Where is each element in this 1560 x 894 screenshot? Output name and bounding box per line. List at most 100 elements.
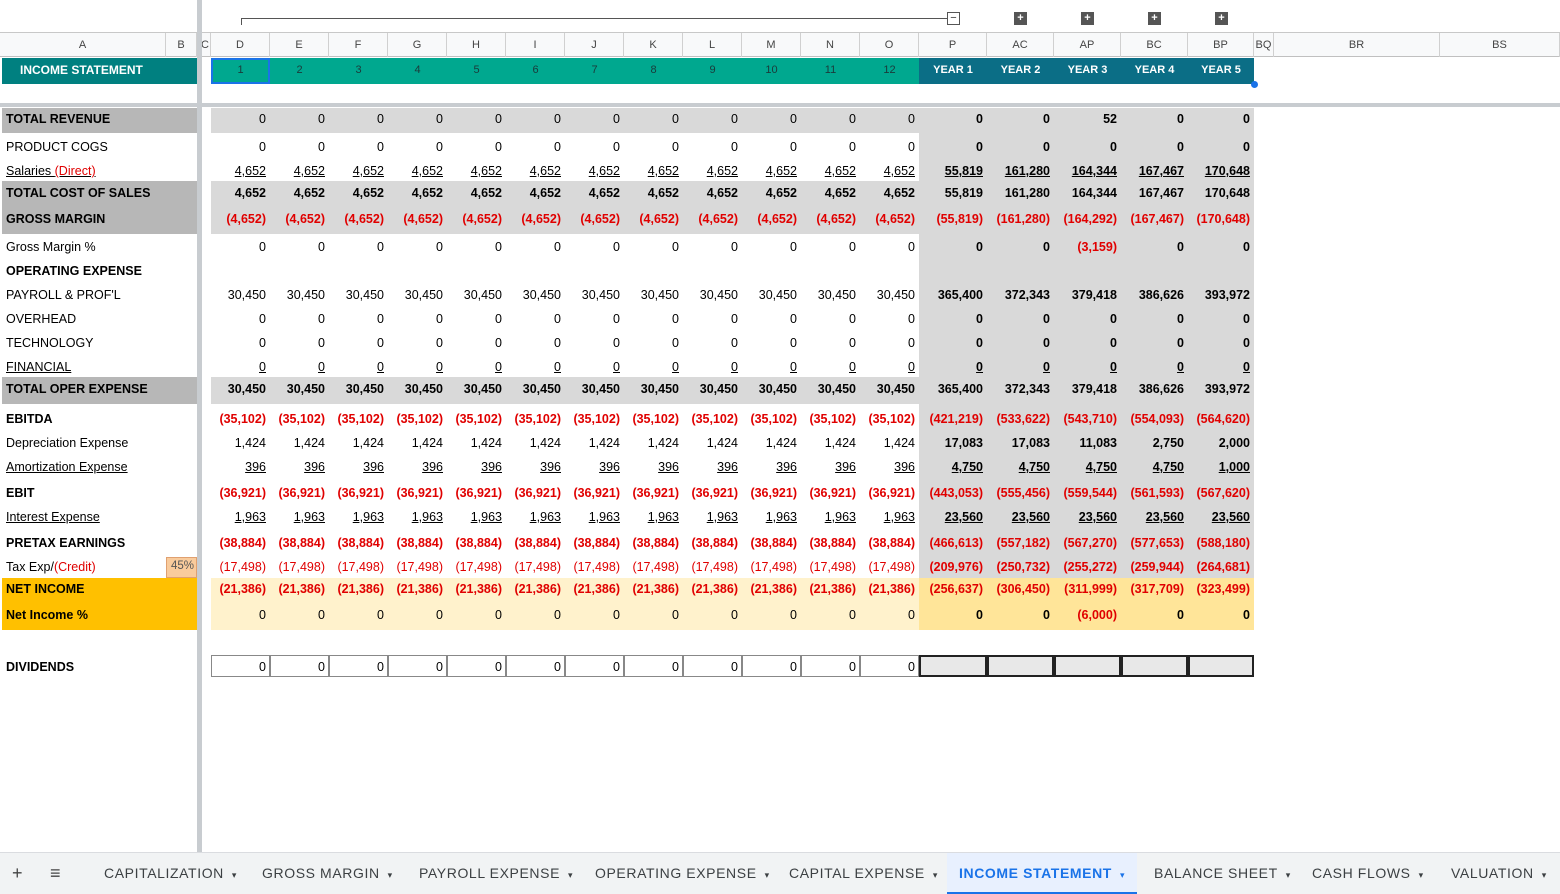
table-cell[interactable]: 1,424 xyxy=(565,436,624,450)
table-cell[interactable]: 0 xyxy=(987,240,1054,254)
table-cell[interactable]: (561,593) xyxy=(1121,486,1188,500)
frozen-column-divider[interactable] xyxy=(197,0,202,852)
table-cell[interactable]: (555,456) xyxy=(987,486,1054,500)
table-cell[interactable]: 396 xyxy=(270,460,329,474)
table-cell[interactable]: 0 xyxy=(683,112,742,126)
table-cell[interactable]: 0 xyxy=(919,140,987,154)
table-cell[interactable]: 0 xyxy=(388,336,447,350)
table-cell[interactable]: 393,972 xyxy=(1188,288,1254,302)
month-header-7[interactable]: 7 xyxy=(565,64,624,76)
collapse-group-icon[interactable]: − xyxy=(947,12,960,25)
table-cell[interactable]: 0 xyxy=(801,312,860,326)
table-cell[interactable]: 0 xyxy=(1121,608,1188,622)
table-cell[interactable]: 1,424 xyxy=(270,436,329,450)
table-cell[interactable]: (38,884) xyxy=(506,536,565,550)
column-header-ac[interactable]: AC xyxy=(987,33,1054,57)
table-cell[interactable]: 0 xyxy=(801,112,860,126)
table-cell[interactable]: 379,418 xyxy=(1054,288,1121,302)
expand-group-icon-3[interactable]: + xyxy=(1148,12,1161,25)
table-cell[interactable]: 4,652 xyxy=(624,164,683,178)
tab-balance-sheet[interactable]: BALANCE SHEET ▾ xyxy=(1142,853,1303,894)
table-cell[interactable]: 4,750 xyxy=(919,460,987,474)
table-cell[interactable]: 0 xyxy=(742,608,801,622)
dividends-input-box[interactable] xyxy=(211,655,270,677)
table-cell[interactable]: 0 xyxy=(1121,112,1188,126)
dividends-input-box[interactable] xyxy=(919,655,987,677)
table-cell[interactable]: (17,498) xyxy=(388,560,447,574)
table-cell[interactable]: 0 xyxy=(270,140,329,154)
table-cell[interactable]: 4,652 xyxy=(329,186,388,200)
table-cell[interactable]: 0 xyxy=(329,140,388,154)
table-cell[interactable]: 0 xyxy=(447,140,506,154)
table-cell[interactable]: 4,652 xyxy=(270,186,329,200)
table-cell[interactable]: (4,652) xyxy=(270,212,329,226)
table-cell[interactable]: 30,450 xyxy=(447,382,506,396)
table-cell[interactable]: 0 xyxy=(447,336,506,350)
table-cell[interactable]: (4,652) xyxy=(506,212,565,226)
row-label[interactable]: PRODUCT COGS xyxy=(2,140,112,154)
table-cell[interactable]: (17,498) xyxy=(211,560,270,574)
table-cell[interactable]: 0 xyxy=(1188,240,1254,254)
table-cell[interactable]: 0 xyxy=(506,112,565,126)
table-cell[interactable]: 30,450 xyxy=(270,382,329,396)
tab-income-statement[interactable]: INCOME STATEMENT ▾ xyxy=(947,853,1138,894)
table-cell[interactable]: 164,344 xyxy=(1054,186,1121,200)
table-cell[interactable]: 2,750 xyxy=(1121,436,1188,450)
table-cell[interactable]: 1,963 xyxy=(270,510,329,524)
table-cell[interactable]: 23,560 xyxy=(1054,510,1121,524)
table-cell[interactable]: 0 xyxy=(683,140,742,154)
table-cell[interactable]: 167,467 xyxy=(1121,164,1188,178)
column-header-br[interactable]: BR xyxy=(1274,33,1440,57)
table-cell[interactable]: 0 xyxy=(801,140,860,154)
table-cell[interactable]: 0 xyxy=(683,336,742,350)
month-header-12[interactable]: 12 xyxy=(860,64,919,76)
chevron-down-icon[interactable]: ▾ xyxy=(1419,870,1424,880)
table-cell[interactable]: 0 xyxy=(211,112,270,126)
tab-capital-expense[interactable]: CAPITAL EXPENSE ▾ xyxy=(777,853,950,894)
table-cell[interactable]: (543,710) xyxy=(1054,412,1121,426)
column-header-f[interactable]: F xyxy=(329,33,388,57)
column-header-bs[interactable]: BS xyxy=(1440,33,1560,57)
table-cell[interactable]: (35,102) xyxy=(742,412,801,426)
table-cell[interactable]: (35,102) xyxy=(860,412,919,426)
row-label[interactable]: Net Income % xyxy=(2,608,92,622)
table-cell[interactable]: 0 xyxy=(860,112,919,126)
table-cell[interactable]: 0 xyxy=(801,336,860,350)
row-label[interactable]: DIVIDENDS xyxy=(2,660,78,674)
table-cell[interactable]: 0 xyxy=(624,240,683,254)
row-label[interactable]: GROSS MARGIN xyxy=(2,212,109,226)
table-cell[interactable]: 0 xyxy=(987,360,1054,374)
dividends-input-box[interactable] xyxy=(860,655,919,677)
chevron-down-icon[interactable]: ▾ xyxy=(388,870,393,880)
table-cell[interactable]: 0 xyxy=(270,360,329,374)
table-cell[interactable]: 0 xyxy=(329,112,388,126)
table-cell[interactable]: 0 xyxy=(860,312,919,326)
table-cell[interactable]: 0 xyxy=(624,312,683,326)
table-cell[interactable]: 0 xyxy=(1188,360,1254,374)
table-cell[interactable]: 30,450 xyxy=(860,382,919,396)
table-cell[interactable]: (250,732) xyxy=(987,560,1054,574)
table-cell[interactable]: 396 xyxy=(683,460,742,474)
table-cell[interactable]: 0 xyxy=(447,608,506,622)
tab-payroll-expense[interactable]: PAYROLL EXPENSE ▾ xyxy=(407,853,585,894)
table-cell[interactable]: 1,424 xyxy=(801,436,860,450)
table-cell[interactable]: (443,053) xyxy=(919,486,987,500)
column-header-p[interactable]: P xyxy=(919,33,987,57)
table-cell[interactable]: 396 xyxy=(329,460,388,474)
table-cell[interactable]: 23,560 xyxy=(1121,510,1188,524)
table-cell[interactable]: 1,963 xyxy=(624,510,683,524)
column-header-e[interactable]: E xyxy=(270,33,329,57)
dividends-input-box[interactable] xyxy=(683,655,742,677)
table-cell[interactable]: 4,652 xyxy=(801,186,860,200)
table-cell[interactable]: 0 xyxy=(860,240,919,254)
year-header-4[interactable]: YEAR 4 xyxy=(1121,64,1188,76)
column-header-n[interactable]: N xyxy=(801,33,860,57)
dividends-input-box[interactable] xyxy=(506,655,565,677)
column-header-d[interactable]: D xyxy=(211,33,270,57)
year-header-5[interactable]: YEAR 5 xyxy=(1188,64,1254,76)
chevron-down-icon[interactable]: ▾ xyxy=(568,870,573,880)
table-cell[interactable]: 4,652 xyxy=(211,164,270,178)
table-cell[interactable]: 17,083 xyxy=(919,436,987,450)
table-cell[interactable]: (38,884) xyxy=(683,536,742,550)
table-cell[interactable]: 0 xyxy=(211,608,270,622)
